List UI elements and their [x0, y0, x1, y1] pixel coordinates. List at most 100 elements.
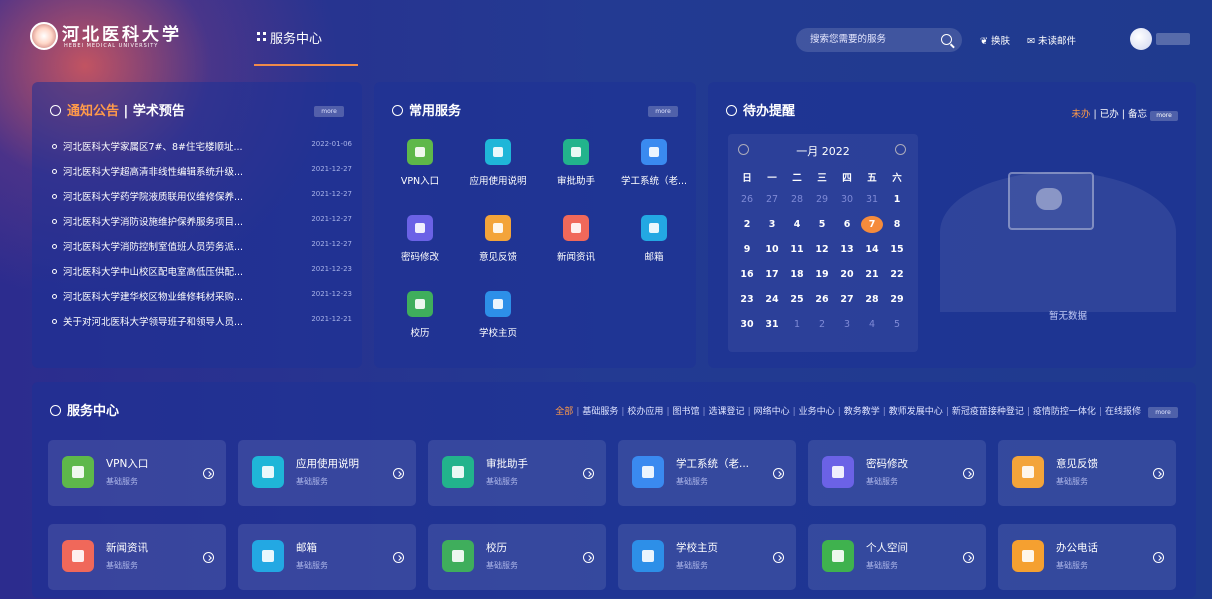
calendar-day[interactable]: 23 — [736, 294, 758, 305]
notice-title[interactable]: 河北医科大学中山校区配电室高低压供配... — [63, 267, 243, 278]
notice-item[interactable]: 关于对河北医科大学领导班子和领导人员... 2021-12-21 — [52, 314, 352, 328]
calendar-day[interactable]: 29 — [811, 194, 833, 205]
category-more-button[interactable]: more — [1148, 407, 1178, 418]
service-card[interactable]: 校历 基础服务 — [428, 524, 606, 590]
service-card[interactable]: 密码修改 基础服务 — [808, 440, 986, 506]
mail-button[interactable]: ✉ 未读邮件 — [1027, 33, 1076, 47]
calendar-day[interactable]: 22 — [886, 269, 908, 280]
service-card[interactable]: 个人空间 基础服务 — [808, 524, 986, 590]
calendar-day[interactable]: 2 — [736, 219, 758, 230]
calendar-day[interactable]: 4 — [786, 219, 808, 230]
search-input[interactable]: 搜索您需要的服务 — [796, 28, 962, 52]
service-card[interactable]: 应用使用说明 基础服务 — [238, 440, 416, 506]
service-card[interactable]: 办公电话 基础服务 — [998, 524, 1176, 590]
category-1[interactable]: 基础服务 — [582, 407, 618, 417]
arrow-right-icon[interactable] — [963, 552, 974, 563]
service-card[interactable]: 学工系统（老... 基础服务 — [618, 440, 796, 506]
notice-item[interactable]: 河北医科大学消防控制室值班人员劳务派... 2021-12-27 — [52, 239, 352, 253]
notice-title[interactable]: 河北医科大学药学院液质联用仪维修保养... — [63, 192, 243, 203]
arrow-right-icon[interactable] — [203, 468, 214, 479]
category-11[interactable]: 在线报修 — [1105, 407, 1141, 417]
avatar[interactable] — [1130, 28, 1152, 50]
calendar-day[interactable]: 25 — [786, 294, 808, 305]
filter-done[interactable]: 已办 — [1100, 109, 1119, 120]
notice-item[interactable]: 河北医科大学家属区7#、8#住宅楼顺址... 2022-01-06 — [52, 139, 352, 153]
service-card[interactable]: 审批助手 基础服务 — [428, 440, 606, 506]
calendar-day[interactable]: 17 — [761, 269, 783, 280]
common-service-item[interactable]: 邮箱 — [614, 215, 694, 263]
notice-item[interactable]: 河北医科大学药学院液质联用仪维修保养... 2021-12-27 — [52, 189, 352, 203]
arrow-right-icon[interactable] — [773, 468, 784, 479]
todo-more-button[interactable]: more — [1150, 111, 1178, 121]
calendar-day[interactable]: 11 — [786, 244, 808, 255]
calendar-day[interactable]: 13 — [836, 244, 858, 255]
service-card[interactable]: 邮箱 基础服务 — [238, 524, 416, 590]
common-service-item[interactable]: 密码修改 — [380, 215, 460, 263]
calendar-day[interactable]: 12 — [811, 244, 833, 255]
arrow-right-icon[interactable] — [583, 468, 594, 479]
calendar-day[interactable]: 14 — [861, 244, 883, 255]
arrow-right-icon[interactable] — [1153, 468, 1164, 479]
notice-title[interactable]: 河北医科大学消防控制室值班人员劳务派... — [63, 242, 243, 253]
calendar-day[interactable]: 21 — [861, 269, 883, 280]
category-4[interactable]: 选课登记 — [709, 407, 745, 417]
calendar-day[interactable]: 19 — [811, 269, 833, 280]
calendar-day[interactable]: 28 — [786, 194, 808, 205]
category-0[interactable]: 全部 — [555, 407, 573, 417]
tab-academic[interactable]: 学术预告 — [133, 104, 185, 119]
filter-pending[interactable]: 未办 — [1071, 109, 1090, 120]
arrow-right-icon[interactable] — [393, 552, 404, 563]
nav-tab-service-center[interactable]: 服务中心 — [254, 28, 358, 66]
username-redacted[interactable] — [1156, 33, 1190, 45]
common-service-item[interactable]: 学校主页 — [458, 291, 538, 339]
calendar-day[interactable]: 8 — [886, 219, 908, 230]
search-icon[interactable] — [941, 34, 952, 45]
common-service-item[interactable]: VPN入口 — [380, 139, 460, 187]
calendar-day[interactable]: 27 — [836, 294, 858, 305]
common-more-button[interactable]: more — [648, 106, 678, 117]
notice-more-button[interactable]: more — [314, 106, 344, 117]
calendar-day[interactable]: 26 — [811, 294, 833, 305]
notice-title[interactable]: 河北医科大学建华校区物业维修耗材采购... — [63, 292, 243, 303]
calendar-day[interactable]: 31 — [861, 194, 883, 205]
common-service-item[interactable]: 应用使用说明 — [458, 139, 538, 187]
common-service-item[interactable]: 新闻资讯 — [536, 215, 616, 263]
category-2[interactable]: 校办应用 — [627, 407, 663, 417]
common-service-item[interactable]: 意见反馈 — [458, 215, 538, 263]
arrow-right-icon[interactable] — [203, 552, 214, 563]
category-6[interactable]: 业务中心 — [799, 407, 835, 417]
calendar-day[interactable]: 16 — [736, 269, 758, 280]
notice-title[interactable]: 关于对河北医科大学领导班子和领导人员... — [63, 317, 243, 328]
calendar-next-button[interactable] — [895, 144, 906, 155]
calendar-day[interactable]: 30 — [836, 194, 858, 205]
category-7[interactable]: 教务教学 — [844, 407, 880, 417]
skin-button[interactable]: ❦ 换肤 — [980, 33, 1010, 47]
common-service-item[interactable]: 学工系统（老... — [614, 139, 694, 187]
calendar-day[interactable]: 3 — [761, 219, 783, 230]
service-card[interactable]: 学校主页 基础服务 — [618, 524, 796, 590]
common-service-item[interactable]: 审批助手 — [536, 139, 616, 187]
notice-item[interactable]: 河北医科大学建华校区物业维修耗材采购... 2021-12-23 — [52, 289, 352, 303]
arrow-right-icon[interactable] — [1153, 552, 1164, 563]
arrow-right-icon[interactable] — [583, 552, 594, 563]
notice-item[interactable]: 河北医科大学超高清非线性编辑系统升级... 2021-12-27 — [52, 164, 352, 178]
calendar-day[interactable]: 26 — [736, 194, 758, 205]
service-card[interactable]: 意见反馈 基础服务 — [998, 440, 1176, 506]
notice-title[interactable]: 河北医科大学家属区7#、8#住宅楼顺址... — [63, 142, 243, 153]
category-10[interactable]: 疫情防控一体化 — [1033, 407, 1096, 417]
notice-item[interactable]: 河北医科大学中山校区配电室高低压供配... 2021-12-23 — [52, 264, 352, 278]
tab-notice[interactable]: 通知公告 — [67, 104, 119, 119]
filter-memo[interactable]: 备忘 — [1128, 109, 1147, 120]
calendar-day[interactable]: 9 — [736, 244, 758, 255]
arrow-right-icon[interactable] — [963, 468, 974, 479]
notice-title[interactable]: 河北医科大学消防设施维护保养服务项目... — [63, 217, 243, 228]
calendar-day[interactable]: 28 — [861, 294, 883, 305]
arrow-right-icon[interactable] — [773, 552, 784, 563]
calendar-day[interactable]: 6 — [836, 219, 858, 230]
calendar-day[interactable]: 29 — [886, 294, 908, 305]
category-8[interactable]: 教师发展中心 — [889, 407, 943, 417]
calendar-day[interactable]: 7 — [861, 216, 883, 233]
calendar-day[interactable]: 10 — [761, 244, 783, 255]
notice-item[interactable]: 河北医科大学消防设施维护保养服务项目... 2021-12-27 — [52, 214, 352, 228]
common-service-item[interactable]: 校历 — [380, 291, 460, 339]
